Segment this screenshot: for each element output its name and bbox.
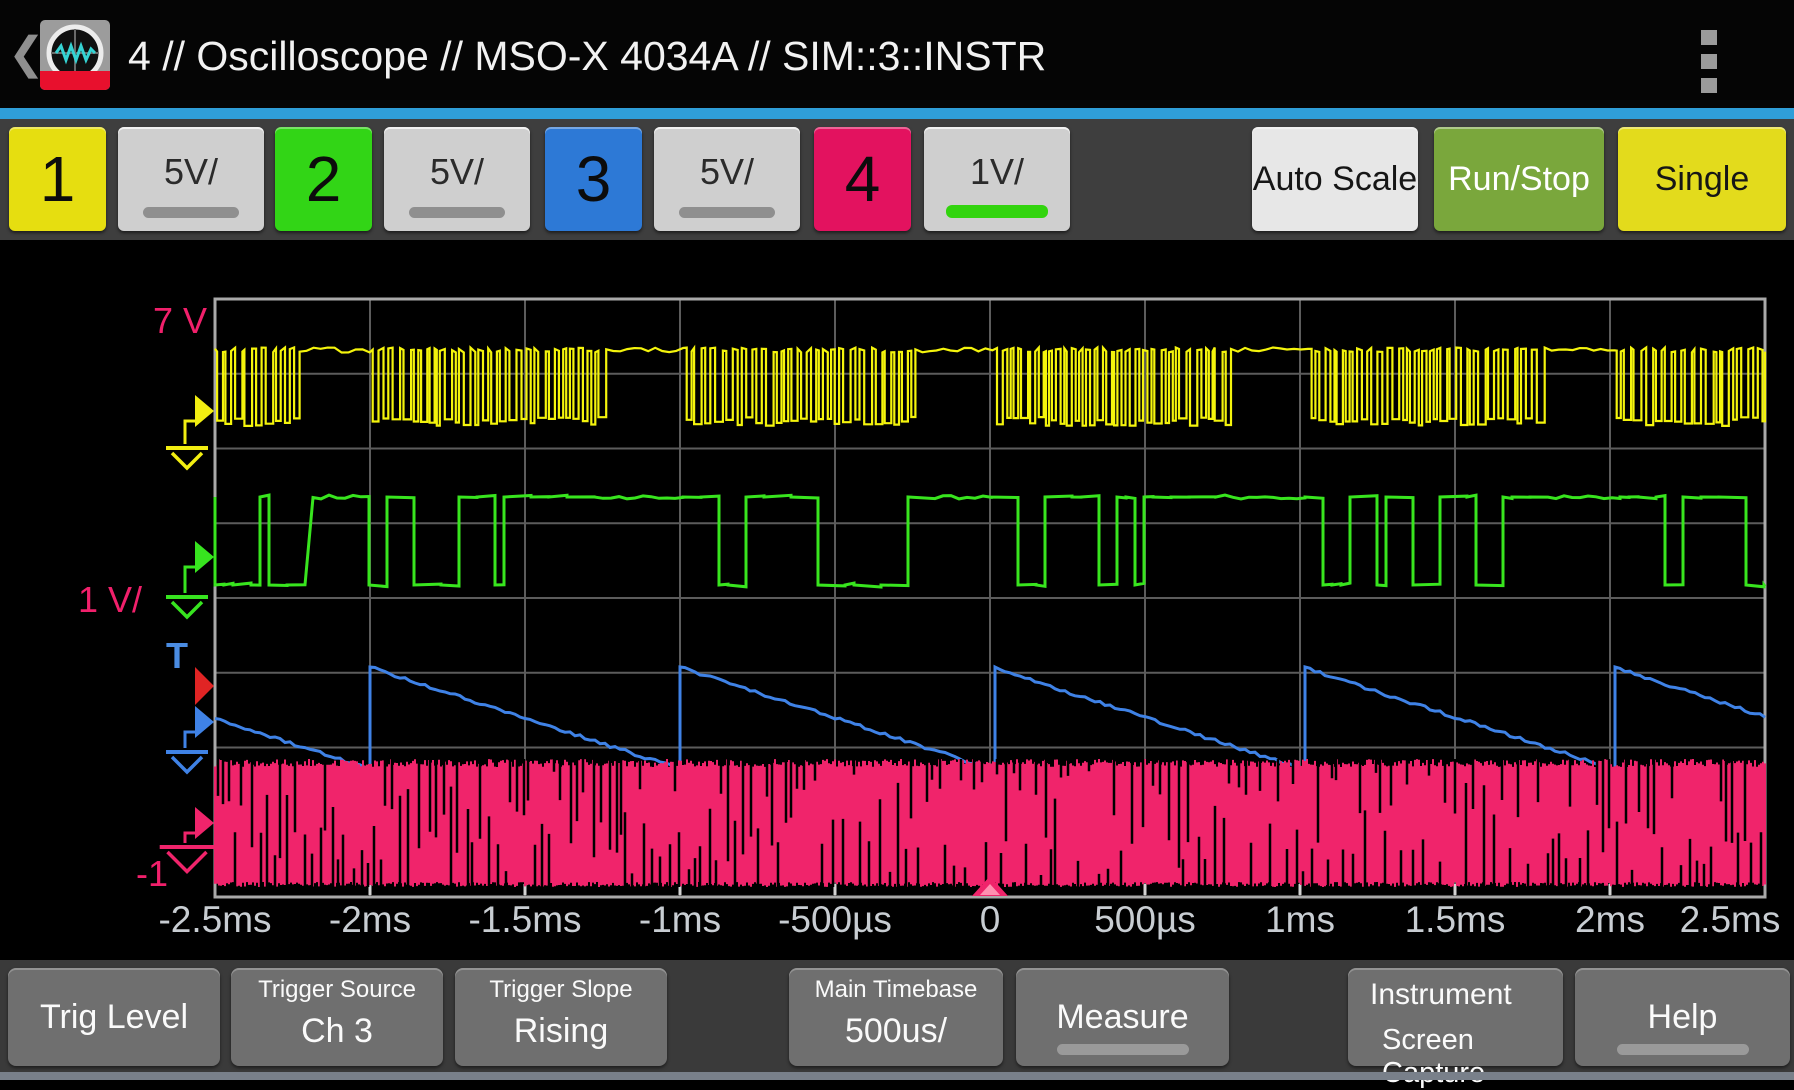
bottom-toolbar: Trig Level Trigger Source Ch 3 Trigger S… — [0, 960, 1794, 1072]
app-logo-icon — [40, 20, 110, 90]
scope-display[interactable]: 7 V 1 V/T -1 -2.5ms -2ms -1.5ms -1ms -500µs 0 500… — [0, 240, 1794, 960]
channel-2-scale-button[interactable]: 5V/ — [384, 127, 530, 231]
overflow-menu-icon[interactable] — [1701, 30, 1721, 94]
bottom-nav-strip — [0, 1072, 1794, 1080]
svg-text:7 V: 7 V — [153, 300, 207, 341]
scope-canvas: 7 V 1 V/T -1 -2.5ms -2ms -1.5ms -1ms -500µs 0 500… — [0, 240, 1794, 960]
run-stop-button[interactable]: Run/Stop — [1434, 127, 1604, 231]
svg-text:0: 0 — [980, 899, 1001, 940]
svg-text:-1: -1 — [136, 853, 168, 894]
help-button[interactable]: Help — [1575, 968, 1790, 1066]
main-timebase-caption: Main Timebase — [789, 976, 1003, 1004]
instrument-caption: Instrument — [1370, 978, 1512, 1012]
svg-text:1.5ms: 1.5ms — [1405, 899, 1506, 940]
trig-level-button[interactable]: Trig Level — [8, 968, 220, 1066]
help-underline — [1617, 1044, 1749, 1055]
svg-text:-1.5ms: -1.5ms — [468, 899, 581, 940]
channel-4-button[interactable]: 4 — [814, 127, 911, 231]
accent-separator — [0, 108, 1794, 119]
svg-text:-500µs: -500µs — [778, 899, 892, 940]
title-bar: ❮ 4 // Oscilloscope // MSO-X 4034A // SI… — [0, 0, 1794, 108]
measure-underline — [1057, 1044, 1189, 1055]
channel-3-scale-underline — [679, 207, 775, 218]
svg-text:1 V/: 1 V/ — [78, 579, 142, 620]
measure-button[interactable]: Measure — [1016, 968, 1229, 1066]
channel-1-scale-button[interactable]: 5V/ — [118, 127, 264, 231]
trigger-source-button[interactable]: Trigger Source Ch 3 — [231, 968, 443, 1066]
svg-text:2.5ms: 2.5ms — [1680, 899, 1781, 940]
trig-level-label: Trig Level — [8, 968, 220, 1066]
main-timebase-button[interactable]: Main Timebase 500us/ — [789, 968, 1003, 1066]
channel-1-scale-underline — [143, 207, 239, 218]
instrument-screen-capture-button[interactable]: Instrument Screen Capture — [1348, 968, 1563, 1066]
channel-2-scale-label: 5V/ — [384, 151, 530, 193]
channel-1-scale-label: 5V/ — [118, 151, 264, 193]
svg-text:2ms: 2ms — [1575, 899, 1645, 940]
channel-toolbar: 1 5V/ 2 5V/ 3 5V/ 4 1V/ Auto Scale Run/S… — [0, 119, 1794, 240]
trigger-source-caption: Trigger Source — [231, 976, 443, 1004]
auto-scale-button[interactable]: Auto Scale — [1252, 127, 1418, 231]
svg-text:1ms: 1ms — [1265, 899, 1335, 940]
channel-4-scale-underline — [946, 205, 1048, 218]
svg-text:-2ms: -2ms — [329, 899, 411, 940]
channel-2-button[interactable]: 2 — [275, 127, 372, 231]
channel-1-button[interactable]: 1 — [9, 127, 106, 231]
trigger-source-value: Ch 3 — [231, 1012, 443, 1051]
single-button[interactable]: Single — [1618, 127, 1786, 231]
oscilloscope-logo-icon — [40, 20, 110, 90]
channel-4-scale-button[interactable]: 1V/ — [924, 127, 1070, 231]
svg-text:-1ms: -1ms — [639, 899, 721, 940]
svg-text:T: T — [166, 635, 188, 676]
channel-4-scale-label: 1V/ — [924, 151, 1070, 193]
trigger-slope-button[interactable]: Trigger Slope Rising — [455, 968, 667, 1066]
screen-capture-label: Screen Capture — [1382, 1024, 1563, 1090]
svg-text:500µs: 500µs — [1094, 899, 1196, 940]
channel-3-scale-button[interactable]: 5V/ — [654, 127, 800, 231]
main-timebase-value: 500us/ — [789, 1012, 1003, 1051]
channel-2-scale-underline — [409, 207, 505, 218]
page-title: 4 // Oscilloscope // MSO-X 4034A // SIM:… — [128, 0, 1046, 108]
svg-text:-2.5ms: -2.5ms — [158, 899, 271, 940]
trigger-slope-value: Rising — [455, 1012, 667, 1051]
channel-3-button[interactable]: 3 — [545, 127, 642, 231]
trigger-slope-caption: Trigger Slope — [455, 976, 667, 1004]
channel-3-scale-label: 5V/ — [654, 151, 800, 193]
